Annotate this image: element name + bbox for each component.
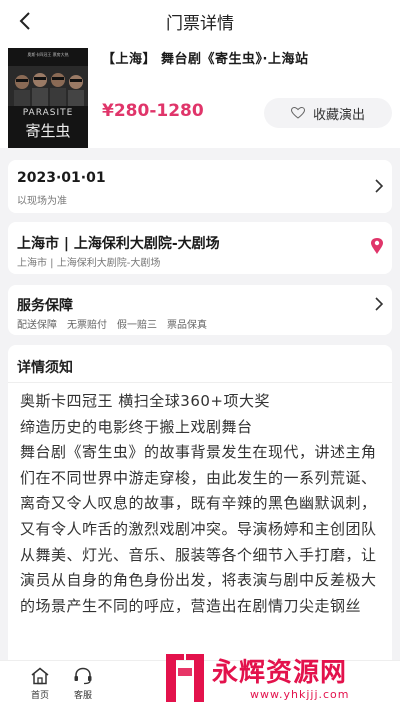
watermark-text: 永辉资源网 xyxy=(212,658,348,688)
event-header: 奥斯卡四冠王 票房大热 PARASITE 寄生虫 【上海】 舞台剧《寄生虫》·上… xyxy=(0,42,400,148)
venue-subtitle: 上海市 | 上海保利大剧院-大剧场 xyxy=(17,258,161,269)
date-note: 以现场为准 xyxy=(17,196,67,207)
details-section: 详情须知 奥斯卡四冠王 横扫全球360+项大奖 缔造历史的电影终于搬上戏剧舞台 … xyxy=(8,345,392,675)
page-title: 门票详情 xyxy=(166,13,234,34)
event-title: 【上海】 舞台剧《寄生虫》·上海站 xyxy=(102,52,309,67)
location-pin-icon[interactable] xyxy=(370,237,384,255)
venue-card[interactable]: 上海市 | 上海保利大剧院-大剧场 上海市 | 上海保利大剧院-大剧场 xyxy=(8,222,392,274)
service-card[interactable]: 服务保障 配送保障 无票赔付 假一赔三 票品保真 xyxy=(8,285,392,335)
home-icon xyxy=(31,667,49,685)
divider xyxy=(8,382,392,383)
date-card[interactable]: 2023·01·01 以现场为准 xyxy=(8,160,392,213)
service-item: 票品保真 xyxy=(167,320,207,331)
poster-header-text: 奥斯卡四冠王 票房大热 xyxy=(27,52,69,57)
details-line: 缔造历史的电影终于搬上戏剧舞台 xyxy=(20,417,253,436)
chevron-right-icon xyxy=(375,179,384,193)
watermark-url: www.yhkjjj.com xyxy=(250,688,350,701)
poster-english-title: PARASITE xyxy=(22,108,74,118)
price-range: ¥280-1280 xyxy=(102,101,204,121)
back-arrow-icon[interactable] xyxy=(14,9,38,33)
nav-bar: 门票详情 xyxy=(0,0,400,42)
poster-chinese-title: 寄生虫 xyxy=(25,122,71,140)
tab-service[interactable]: 客服 xyxy=(63,667,103,701)
details-line: 奥斯卡四冠王 横扫全球360+项大奖 xyxy=(20,392,270,410)
venue-title: 上海市 | 上海保利大剧院-大剧场 xyxy=(17,236,220,252)
service-item: 无票赔付 xyxy=(67,320,107,331)
details-line: 舞台剧《寄生虫》的故事背景发生在现代，讲述主角们在不同世界中游走穿梭，由此发生的… xyxy=(20,443,377,615)
tab-home-label: 首页 xyxy=(30,691,49,701)
service-item: 配送保障 xyxy=(17,320,57,331)
service-title: 服务保障 xyxy=(17,298,73,314)
show-date: 2023·01·01 xyxy=(17,170,106,186)
favorite-label: 收藏演出 xyxy=(312,107,365,123)
tab-service-label: 客服 xyxy=(73,691,92,701)
watermark: 永辉资源网 www.yhkjjj.com xyxy=(160,648,400,711)
event-poster[interactable]: 奥斯卡四冠王 票房大热 PARASITE 寄生虫 xyxy=(8,48,88,148)
service-item: 假一赔三 xyxy=(117,320,157,331)
chevron-right-icon xyxy=(375,297,384,311)
details-heading: 详情须知 xyxy=(17,360,73,376)
heart-icon xyxy=(290,107,305,119)
tab-home[interactable]: 首页 xyxy=(20,667,60,701)
details-body: 奥斯卡四冠王 横扫全球360+项大奖 缔造历史的电影终于搬上戏剧舞台 舞台剧《寄… xyxy=(20,389,380,619)
headset-icon xyxy=(74,667,92,685)
favorite-button[interactable]: 收藏演出 xyxy=(264,98,392,128)
service-items: 配送保障 无票赔付 假一赔三 票品保真 xyxy=(17,316,207,331)
watermark-logo xyxy=(166,654,204,702)
